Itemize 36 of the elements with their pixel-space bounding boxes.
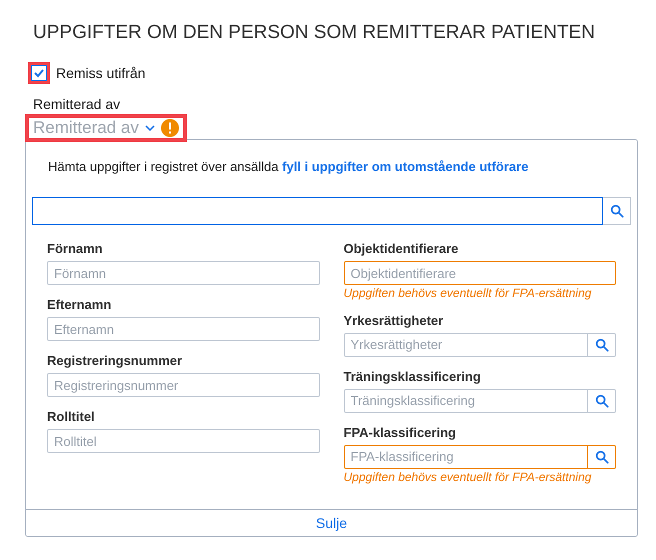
field-label: Objektidentifierare [344,241,460,257]
search-field[interactable] [32,197,603,225]
input-field[interactable]: FPA-klassificering [344,445,588,469]
input-field[interactable]: Efternamn [47,317,320,341]
field-label: Efternamn [47,297,112,313]
field-label: Rolltitel [47,409,96,425]
input-field[interactable]: Rolltitel [47,429,320,453]
field-label: Remitterad av [33,96,120,112]
search-button[interactable] [588,389,616,413]
search-button[interactable] [588,445,616,469]
chevron-down-icon [144,125,155,131]
search-icon [610,204,624,218]
warning-hint: Uppgiften behövs eventuellt för FPA-ersättning [344,469,592,485]
search-button[interactable] [603,197,631,225]
external-provider-link[interactable]: fyll i uppgifter om utomstående utförare [282,159,528,174]
check-icon [33,67,45,79]
input-field[interactable]: Förnamn [47,261,320,285]
referrer-dropdown[interactable]: Remitterad av [29,118,183,138]
search-button[interactable] [588,333,616,357]
input-field[interactable]: Träningsklassificering [344,389,588,413]
field-label: FPA-klassificering [344,425,457,441]
section-title: UPPGIFTER OM DEN PERSON SOM REMITTERAR PATIENTEN [33,21,596,45]
search-icon [594,450,608,464]
search-icon [594,394,608,408]
field-label: Yrkesrättigheter [344,313,444,329]
field-label: Registreringsnummer [47,353,184,369]
search-icon [594,338,608,352]
field-label: Träningsklassificering [344,369,482,385]
field-label: Förnamn [47,241,104,257]
warning-hint: Uppgiften behövs eventuellt för FPA-ersättning [344,285,592,301]
input-field[interactable]: Yrkesrättigheter [344,333,588,357]
close-button[interactable]: Sulje [26,509,637,536]
input-field[interactable]: Registreringsnummer [47,373,320,397]
checkbox-label: Remiss utifrån [56,64,146,82]
intro-text: Hämta uppgifter i registret över ansällda [48,159,279,174]
input-field[interactable]: Objektidentifierare [344,261,616,285]
